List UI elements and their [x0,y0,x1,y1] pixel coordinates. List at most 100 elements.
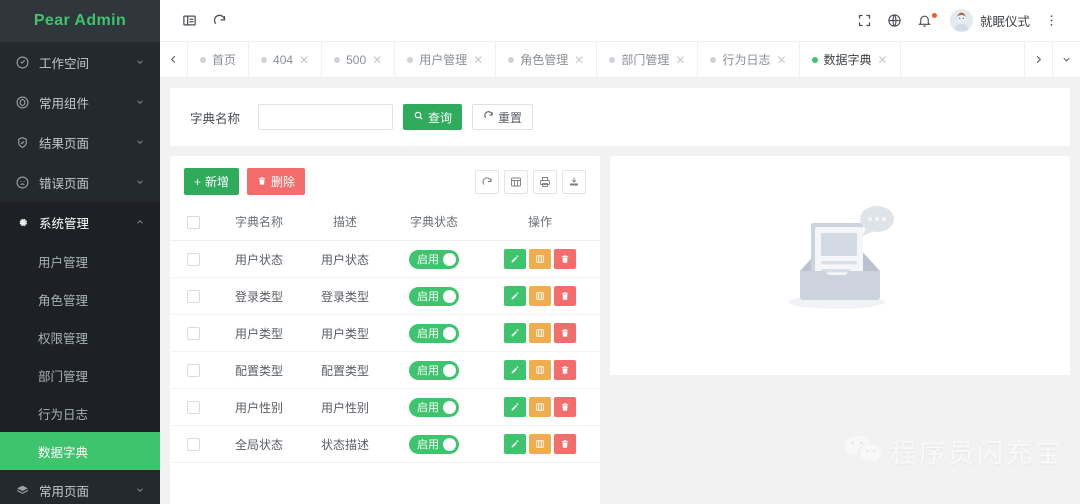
globe-icon[interactable] [880,6,910,36]
detail-icon[interactable] [529,323,551,343]
sidebar-item-result-pages[interactable]: 结果页面 [0,122,160,162]
sidebar-item-components[interactable]: 常用组件 [0,82,160,122]
table-row[interactable]: 登录类型 登录类型 启用 [170,277,600,315]
export-icon[interactable] [562,169,586,194]
detail-icon[interactable] [529,249,551,269]
sidebar-item-permission-management[interactable]: 权限管理 [0,318,160,356]
edit-icon[interactable] [504,360,526,380]
cell-operations [480,388,600,426]
dictionary-table-panel: + 新增 删除 字典名称 描述 字典状态 操作 用户状态 用户状态 启用 登录类… [170,156,600,504]
sidebar-item-data-dictionary[interactable]: 数据字典 [0,432,160,470]
table-row[interactable]: 用户类型 用户类型 启用 [170,314,600,352]
row-checkbox[interactable] [186,438,200,452]
tab-role-management[interactable]: 角色管理 ✕ [496,42,598,77]
tab-close-icon[interactable]: ✕ [299,54,309,66]
plus-icon: + [194,174,202,189]
print-icon[interactable] [533,169,557,194]
row-checkbox[interactable] [186,364,200,378]
cell-name: 登录类型 [216,277,302,315]
tab-close-icon[interactable]: ✕ [776,54,786,66]
delete-icon[interactable] [554,434,576,454]
sidebar-item-error-pages[interactable]: 错误页面 [0,162,160,202]
tabs-scroll-right-button[interactable] [1024,42,1052,77]
add-button[interactable]: + 新增 [184,168,240,195]
cell-name: 用户性别 [216,388,302,426]
tab-status-dot [710,56,717,63]
delete-button[interactable]: 删除 [247,168,306,195]
delete-icon[interactable] [554,249,576,269]
tab-home[interactable]: 首页 [188,42,250,77]
status-toggle[interactable]: 启用 [409,397,459,417]
more-vertical-icon[interactable] [1036,6,1066,36]
sidebar-item-workspace[interactable]: 工作空间 [0,42,160,82]
edit-icon[interactable] [504,323,526,343]
status-toggle[interactable]: 启用 [409,286,459,306]
chevron-down-icon [134,96,146,108]
status-toggle[interactable]: 启用 [409,434,459,454]
tab-department-management[interactable]: 部门管理 ✕ [597,42,699,77]
brand-logo[interactable]: Pear Admin [0,0,160,42]
tab-user-management[interactable]: 用户管理 ✕ [395,42,497,77]
table-row[interactable]: 配置类型 配置类型 启用 [170,351,600,389]
chevron-down-icon [134,56,146,68]
column-header-operations: 操作 [480,205,600,241]
detail-icon[interactable] [529,360,551,380]
sidebar-item-user-management[interactable]: 用户管理 [0,242,160,280]
tabs-scroll-left-button[interactable] [160,42,188,77]
columns-icon[interactable] [504,169,528,194]
sidebar-item-common-pages[interactable]: 常用页面 [0,470,160,504]
tab-data-dictionary[interactable]: 数据字典 ✕ [800,42,901,77]
username-label[interactable]: 就眠仪式 [980,11,1030,30]
status-toggle-label: 启用 [417,439,439,451]
tab-action-log[interactable]: 行为日志 ✕ [698,42,800,77]
status-toggle[interactable]: 启用 [409,323,459,343]
row-checkbox[interactable] [186,401,200,415]
edit-icon[interactable] [504,397,526,417]
refresh-icon[interactable] [475,169,499,194]
status-toggle-label: 启用 [417,365,439,377]
tab-close-icon[interactable]: ✕ [574,54,584,66]
delete-icon[interactable] [554,286,576,306]
tab-close-icon[interactable]: ✕ [473,54,483,66]
row-checkbox[interactable] [186,253,200,267]
search-reset-button[interactable]: 重置 [472,104,534,130]
edit-icon[interactable] [504,434,526,454]
table-row[interactable]: 全局状态 状态描述 启用 [170,425,600,463]
search-submit-button[interactable]: 查询 [403,104,463,130]
toggle-knob [443,252,456,266]
delete-button-label: 删除 [271,175,296,189]
search-input[interactable] [258,104,393,130]
status-toggle[interactable]: 启用 [409,249,459,269]
sidebar-item-role-management[interactable]: 角色管理 [0,280,160,318]
sidebar-item-department-management[interactable]: 部门管理 [0,356,160,394]
edit-icon[interactable] [504,249,526,269]
tab-404[interactable]: 404 ✕ [249,42,323,77]
table-row[interactable]: 用户性别 用户性别 启用 [170,388,600,426]
row-checkbox[interactable] [186,290,200,304]
detail-icon[interactable] [529,286,551,306]
fullscreen-icon[interactable] [850,6,880,36]
delete-icon[interactable] [554,397,576,417]
status-toggle[interactable]: 启用 [409,360,459,380]
content-columns: + 新增 删除 字典名称 描述 字典状态 操作 用户状态 用户状态 启用 登录类… [170,156,1070,504]
tab-close-icon[interactable]: ✕ [878,54,888,66]
sidebar-item-system[interactable]: 系统管理 [0,202,160,242]
refresh-icon[interactable] [204,6,234,36]
select-all-checkbox[interactable] [186,215,200,229]
tab-500[interactable]: 500 ✕ [322,42,396,77]
sidebar: Pear Admin 工作空间 常用组件 结果页面 错误页面 系统管理 用户管理… [0,0,160,504]
avatar[interactable] [949,9,973,32]
sidebar-item-action-log[interactable]: 行为日志 [0,394,160,432]
delete-icon[interactable] [554,323,576,343]
bell-icon[interactable] [910,6,940,36]
detail-icon[interactable] [529,434,551,454]
delete-icon[interactable] [554,360,576,380]
menu-collapse-icon[interactable] [174,6,204,36]
tabs-dropdown-button[interactable] [1052,42,1080,77]
edit-icon[interactable] [504,286,526,306]
row-checkbox[interactable] [186,327,200,341]
tab-close-icon[interactable]: ✕ [675,54,685,66]
table-row[interactable]: 用户状态 用户状态 启用 [170,240,600,278]
tab-close-icon[interactable]: ✕ [372,54,382,66]
detail-icon[interactable] [529,397,551,417]
